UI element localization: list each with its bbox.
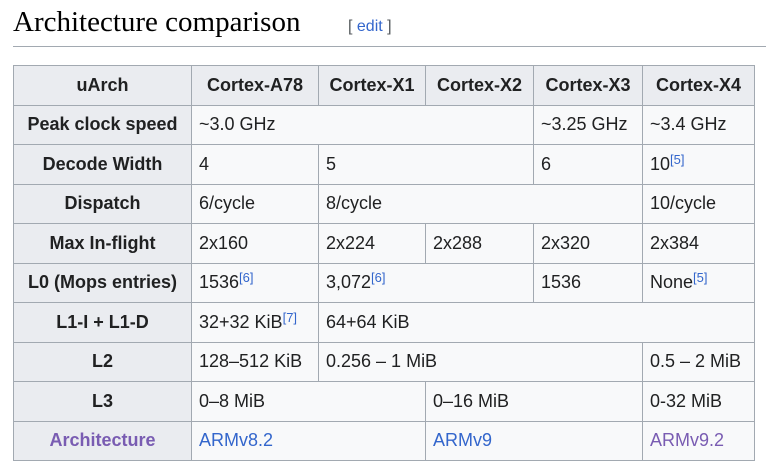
section-title: Architecture comparison [13,6,301,38]
architecture-comparison-table: uArch Cortex-A78 Cortex-X1 Cortex-X2 Cor… [13,65,755,461]
reference-link[interactable]: [5] [670,152,684,167]
table-row: L2 128–512 KiB 0.256 – 1 MiB 0.5 – 2 MiB [13,341,755,382]
table-row: L1-I + L1-D 32+32 KiB[7] 64+64 KiB [13,302,755,343]
table-cell: ARMv9.2 [642,420,755,461]
column-header: Cortex-A78 [191,65,319,106]
table-cell: 3,072[6] [318,262,534,303]
armv9-link[interactable]: ARMv9 [433,430,492,450]
table-cell: ~3.4 GHz [642,104,755,145]
architecture-link[interactable]: Architecture [49,430,155,450]
table-cell: 32+32 KiB[7] [191,302,319,343]
cell-value: 32+32 KiB [199,311,283,332]
armv8-2-link[interactable]: ARMv8.2 [199,430,273,450]
row-header: L1-I + L1-D [13,302,192,343]
column-header: Cortex-X1 [318,65,426,106]
row-header: Peak clock speed [13,104,192,145]
edit-open-bracket: [ [348,18,353,35]
table-cell: 2x224 [318,223,426,264]
table-cell: 2x320 [533,223,643,264]
column-header: uArch [13,65,192,106]
table-cell: 4 [191,144,319,185]
reference-link[interactable]: [5] [693,270,707,285]
table-cell: 0–8 MiB [191,381,426,422]
column-header: Cortex-X3 [533,65,643,106]
cell-value: None [650,272,694,293]
table-cell: 1536 [533,262,643,303]
table-cell: 6 [533,144,643,185]
reference-link[interactable]: [6] [239,270,253,285]
table-row: Max In-flight 2x160 2x224 2x288 2x320 2x… [13,223,755,264]
table-cell: 1536[6] [191,262,319,303]
row-header: L0 (Mops entries) [13,262,192,303]
armv9-2-link[interactable]: ARMv9.2 [650,430,724,450]
column-header: Cortex-X2 [425,65,534,106]
section-heading: Architecture comparison [ edit ] [13,0,766,47]
table-row: Peak clock speed ~3.0 GHz ~3.25 GHz ~3.4… [13,104,755,145]
table-header-row: uArch Cortex-A78 Cortex-X1 Cortex-X2 Cor… [13,65,755,106]
cell-value: 1536 [199,272,240,293]
table-cell: 0–16 MiB [425,381,643,422]
table-cell: 64+64 KiB [318,302,755,343]
row-header: Architecture [13,420,192,461]
table-cell: ARMv9 [425,420,643,461]
table-cell: 128–512 KiB [191,341,319,382]
table-cell: 10/cycle [642,183,755,224]
table-row: Dispatch 6/cycle 8/cycle 10/cycle [13,183,755,224]
edit-section: [ edit ] [348,18,392,36]
reference-link[interactable]: [6] [371,270,385,285]
cell-value: 3,072 [326,272,372,293]
table-row: Architecture ARMv8.2 ARMv9 ARMv9.2 [13,420,755,461]
table-cell: 8/cycle [318,183,643,224]
row-header: L3 [13,381,192,422]
table-cell: 6/cycle [191,183,319,224]
table-cell: ~3.0 GHz [191,104,534,145]
table-cell: 2x160 [191,223,319,264]
row-header: Dispatch [13,183,192,224]
table-cell: ARMv8.2 [191,420,426,461]
table-cell: 0.256 – 1 MiB [318,341,643,382]
table-cell: 10[5] [642,144,755,185]
table-cell: 0-32 MiB [642,381,755,422]
cell-value: 10 [650,153,671,174]
table-row: L3 0–8 MiB 0–16 MiB 0-32 MiB [13,381,755,422]
table-cell: None[5] [642,262,755,303]
row-header: L2 [13,341,192,382]
table-cell: 2x384 [642,223,755,264]
row-header: Decode Width [13,144,192,185]
table-cell: ~3.25 GHz [533,104,643,145]
edit-link[interactable]: edit [357,18,383,35]
column-header: Cortex-X4 [642,65,755,106]
reference-link[interactable]: [7] [283,310,297,325]
table-row: L0 (Mops entries) 1536[6] 3,072[6] 1536 … [13,262,755,303]
edit-close-bracket: ] [387,18,392,35]
table-cell: 2x288 [425,223,534,264]
row-header: Max In-flight [13,223,192,264]
table-cell: 0.5 – 2 MiB [642,341,755,382]
table-cell: 5 [318,144,534,185]
table-row: Decode Width 4 5 6 10[5] [13,144,755,185]
